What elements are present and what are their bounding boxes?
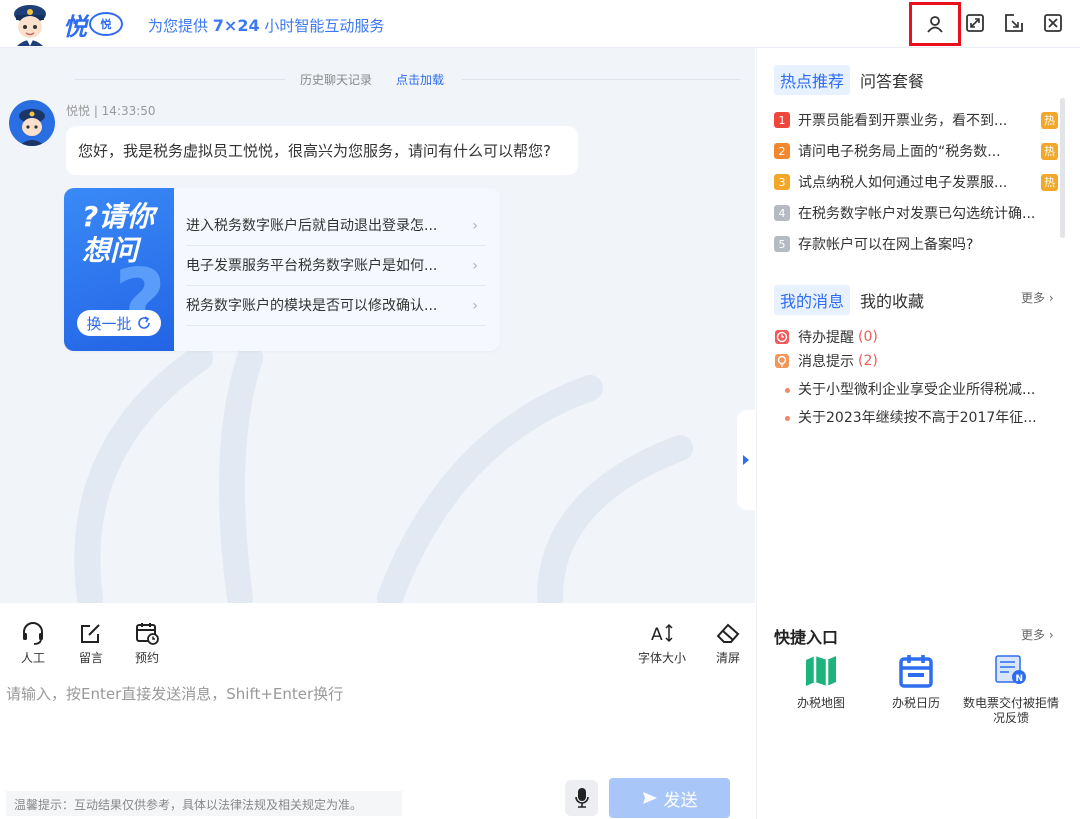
chevron-right-icon: › [472, 218, 478, 234]
right-panel: 热点推荐 问答套餐 1 开票员能看到开票业务，看不到... 热 2 请问电子税务局上面的… [756, 48, 1080, 819]
hot-tag: 热 [1041, 142, 1058, 160]
notice-prompt[interactable]: 消息提示 (2) [774, 351, 878, 371]
user-button[interactable] [909, 2, 961, 46]
chevron-right-icon: › [472, 258, 478, 274]
font-size-button[interactable]: A 字体大小 [638, 620, 686, 666]
hot-question-item[interactable]: 1 开票员能看到开票业务，看不到... 热 [774, 109, 1058, 131]
clear-screen-button[interactable]: 清屏 [714, 620, 742, 666]
hot-tabs: 热点推荐 问答套餐 [774, 65, 930, 95]
assistant-avatar-logo [14, 5, 46, 46]
quick-tax-calendar[interactable]: 办税日历 [866, 654, 966, 711]
chevron-right-icon: › [472, 298, 478, 314]
calendar-clock-icon [136, 623, 159, 645]
divider [75, 79, 285, 80]
divider [462, 79, 740, 80]
send-button[interactable]: 发送 [609, 778, 730, 818]
calendar-icon [899, 655, 933, 688]
rank-badge: 4 [774, 205, 790, 221]
close-icon [1044, 14, 1062, 32]
map-icon [806, 656, 836, 686]
input-toolbar: 人工 留言 预约 A 字体大小 清屏 [0, 603, 755, 673]
tab-qa-package[interactable]: 问答套餐 [854, 65, 930, 95]
slogan: 为您提供 7×24 小时智能互动服务 [148, 16, 385, 35]
svg-text:N: N [1016, 674, 1024, 684]
leave-message-button[interactable]: 留言 [78, 620, 104, 666]
scrollbar[interactable] [1060, 98, 1065, 238]
rank-badge: 2 [774, 143, 790, 159]
hot-question-item[interactable]: 5 存款帐户可以在网上备案吗? [774, 233, 1058, 255]
quick-more-link[interactable]: 更多 › [1021, 626, 1054, 643]
history-label: 历史聊天记录 [300, 73, 373, 87]
headset-icon [23, 622, 43, 645]
eraser-icon [716, 623, 740, 643]
brand-logo: 悦 悦 [63, 7, 123, 41]
clock-icon [775, 330, 789, 344]
bulb-icon [775, 354, 789, 368]
tab-my-messages[interactable]: 我的消息 [774, 285, 851, 315]
history-bar: 历史聊天记录 点击加载 [0, 71, 755, 89]
hot-tag: 热 [1041, 173, 1058, 191]
refresh-icon [137, 316, 150, 329]
font-size-icon: A [651, 623, 673, 645]
rank-badge: 1 [774, 112, 790, 128]
tab-my-favorites[interactable]: 我的收藏 [854, 285, 930, 315]
suggestion-banner: ? ?请你想问 换一批 [64, 188, 174, 351]
announcement-item[interactable]: 关于2023年继续按不高于2017年征... [785, 407, 1055, 427]
announcement-item[interactable]: 关于小型微利企业享受企业所得税减... [785, 379, 1055, 399]
user-icon [927, 16, 943, 33]
brand-badge: 悦 [89, 12, 123, 36]
hot-question-text: 存款帐户可以在网上备案吗? [798, 237, 974, 253]
hot-question-item[interactable]: 2 请问电子税务局上面的“税务数... 热 [774, 140, 1058, 162]
close-button[interactable] [1036, 6, 1070, 40]
collapse-panel-button[interactable] [737, 410, 755, 510]
suggestion-item[interactable]: 电子发票服务平台税务数字账户是如何... › [186, 246, 486, 286]
triangle-right-icon [743, 455, 749, 465]
expand-button[interactable] [958, 6, 992, 40]
invoice-feedback-icon: N [995, 655, 1026, 684]
minimize-button[interactable] [997, 6, 1031, 40]
hot-tag: 热 [1041, 111, 1058, 129]
hot-question-text: 在税务数字帐户对发票已勾选统计确... [798, 206, 1034, 222]
disclaimer-tip: 温馨提示：互动结果仅供参考，具体以法律法规及相关规定为准。 [6, 791, 402, 816]
minimize-icon [1005, 14, 1023, 32]
tab-hot[interactable]: 热点推荐 [774, 65, 851, 95]
quick-entry-title: 快捷入口 [774, 628, 839, 647]
header: 悦 悦 为您提供 7×24 小时智能互动服务 [0, 0, 1080, 48]
svg-text:A: A [651, 625, 663, 645]
assistant-message: 您好，我是税务虚拟员工悦悦，很高兴为您服务，请问有什么可以帮您? [66, 126, 578, 175]
hot-question-text: 试点纳税人如何通过电子发票服... [798, 175, 1008, 191]
quick-invoice-feedback[interactable]: N 数电票交付被拒情况反馈 [961, 654, 1061, 726]
hot-question-item[interactable]: 4 在税务数字帐户对发票已勾选统计确... [774, 202, 1058, 224]
load-history-link[interactable]: 点击加载 [396, 71, 444, 88]
todo-reminder[interactable]: 待办提醒 (0) [774, 327, 878, 347]
hot-question-text: 请问电子税务局上面的“税务数... [798, 144, 1001, 160]
refresh-suggestions-button[interactable]: 换一批 [77, 310, 161, 336]
quick-tax-map[interactable]: 办税地图 [771, 654, 871, 711]
more-link[interactable]: 更多 › [1021, 289, 1054, 306]
suggestion-item[interactable]: 税务数字账户的模块是否可以修改确认... › [186, 286, 486, 326]
assistant-avatar [9, 100, 55, 146]
suggestion-card: ? ?请你想问 换一批 进入税务数字账户后就自动退出登录怎... › 电子发票服务… [64, 188, 500, 351]
send-icon [642, 792, 657, 804]
voice-input-button[interactable] [565, 780, 598, 816]
human-service-button[interactable]: 人工 [20, 620, 46, 666]
hot-question-text: 开票员能看到开票业务，看不到... [798, 113, 1008, 129]
message-input[interactable]: 请输入，按Enter直接发送消息，Shift+Enter换行 [6, 683, 746, 704]
rank-badge: 5 [774, 236, 790, 252]
brand-name: 悦 [63, 12, 87, 41]
message-meta: 悦悦 | 14:33:50 [66, 104, 156, 118]
suggestion-title: ?请你想问 [82, 200, 155, 267]
edit-icon [81, 624, 100, 643]
rank-badge: 3 [774, 174, 790, 190]
chat-area[interactable]: 历史聊天记录 点击加载 悦悦 | 14:33:50 您好，我是税务虚拟员工悦悦，… [0, 48, 755, 603]
appointment-button[interactable]: 预约 [134, 620, 160, 666]
microphone-icon [574, 788, 589, 808]
avatar-icon [19, 109, 45, 146]
suggestion-item[interactable]: 进入税务数字账户后就自动退出登录怎... › [186, 206, 486, 246]
hot-question-item[interactable]: 3 试点纳税人如何通过电子发票服... 热 [774, 171, 1058, 193]
expand-icon [966, 14, 984, 32]
